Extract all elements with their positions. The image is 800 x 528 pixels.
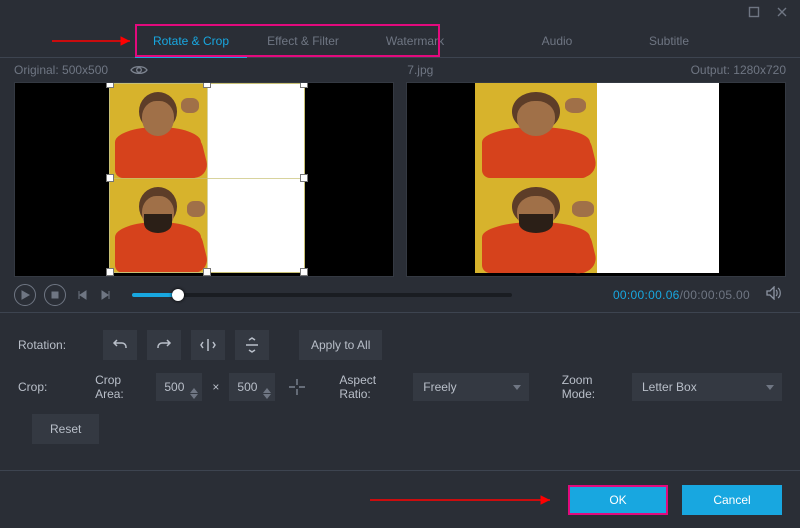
close-button[interactable] [772,4,792,20]
chevron-down-icon [766,385,774,390]
dialog-footer: OK Cancel [0,470,800,528]
volume-icon[interactable] [766,286,786,303]
time-display: 00:00:00.06/00:00:05.00 [613,288,750,302]
crop-handle-bm[interactable] [203,268,211,276]
titlebar [0,0,800,24]
seek-thumb[interactable] [172,289,184,301]
tab-label: Audio [542,34,573,48]
time-total: 00:00:05.00 [683,288,750,302]
crop-area-label: Crop Area: [95,373,146,401]
crop-selection[interactable] [109,83,305,273]
output-size-label: Output: 1280x720 [691,63,786,77]
preview-info-bar: Original: 500x500 7.jpg Output: 1280x720 [0,58,800,82]
crop-handle-tr[interactable] [300,82,308,88]
crop-center-icon[interactable] [285,374,308,400]
tab-label: Subtitle [649,34,689,48]
editor-window: Rotate & Crop Effect & Filter Watermark … [0,0,800,528]
rotation-label: Rotation: [18,338,93,352]
crop-label: Crop: [18,380,85,394]
crop-handle-bl[interactable] [106,268,114,276]
crop-width-input[interactable]: 500 [156,373,202,401]
preview-toggle-icon[interactable] [128,64,150,76]
tabs-bar: Rotate & Crop Effect & Filter Watermark … [0,24,800,58]
flip-vertical-button[interactable] [235,330,269,360]
stop-button[interactable] [44,284,66,306]
crop-handle-br[interactable] [300,268,308,276]
prev-frame-button[interactable] [74,284,90,306]
original-preview[interactable] [14,82,394,277]
rotate-ccw-button[interactable] [103,330,137,360]
cancel-button[interactable]: Cancel [682,485,782,515]
time-current: 00:00:00.06 [613,288,680,302]
aspect-ratio-select[interactable]: Freely [413,373,529,401]
chevron-down-icon [513,385,521,390]
filename-label: 7.jpg [170,63,671,77]
stepper-down-icon[interactable] [190,388,198,393]
tab-label: Rotate & Crop [153,34,229,48]
rotate-cw-button[interactable] [147,330,181,360]
output-preview [406,82,786,277]
crop-handle-ml[interactable] [106,174,114,182]
preview-area [0,82,800,277]
ok-button[interactable]: OK [568,485,668,515]
tab-watermark[interactable]: Watermark [359,24,471,57]
crop-handle-tl[interactable] [106,82,114,88]
tab-label: Watermark [386,34,444,48]
play-button[interactable] [14,284,36,306]
reset-button[interactable]: Reset [32,414,99,444]
crop-height-input[interactable]: 500 [229,373,275,401]
crop-x-label: × [212,380,219,394]
crop-handle-mr[interactable] [300,174,308,182]
stepper-down-icon[interactable] [263,388,271,393]
stepper-up-icon[interactable] [190,382,198,387]
flip-horizontal-button[interactable] [191,330,225,360]
tab-subtitle[interactable]: Subtitle [613,24,725,57]
stepper-up-icon[interactable] [263,382,271,387]
tab-audio[interactable]: Audio [501,24,613,57]
maximize-button[interactable] [744,4,764,20]
apply-to-all-button[interactable]: Apply to All [299,330,382,360]
zoom-mode-select[interactable]: Letter Box [632,373,782,401]
zoom-mode-label: Zoom Mode: [562,373,622,401]
tab-rotate-crop[interactable]: Rotate & Crop [135,24,247,57]
tab-label: Effect & Filter [267,34,339,48]
crop-handle-tm[interactable] [203,82,211,88]
controls-panel: Rotation: Apply to All Crop: Crop Area: … [0,313,800,461]
playback-bar: 00:00:00.06/00:00:05.00 [0,277,800,313]
seek-slider[interactable] [132,293,512,297]
original-size-label: Original: 500x500 [14,63,108,77]
next-frame-button[interactable] [98,284,114,306]
tab-effect-filter[interactable]: Effect & Filter [247,24,359,57]
aspect-ratio-label: Aspect Ratio: [339,373,403,401]
